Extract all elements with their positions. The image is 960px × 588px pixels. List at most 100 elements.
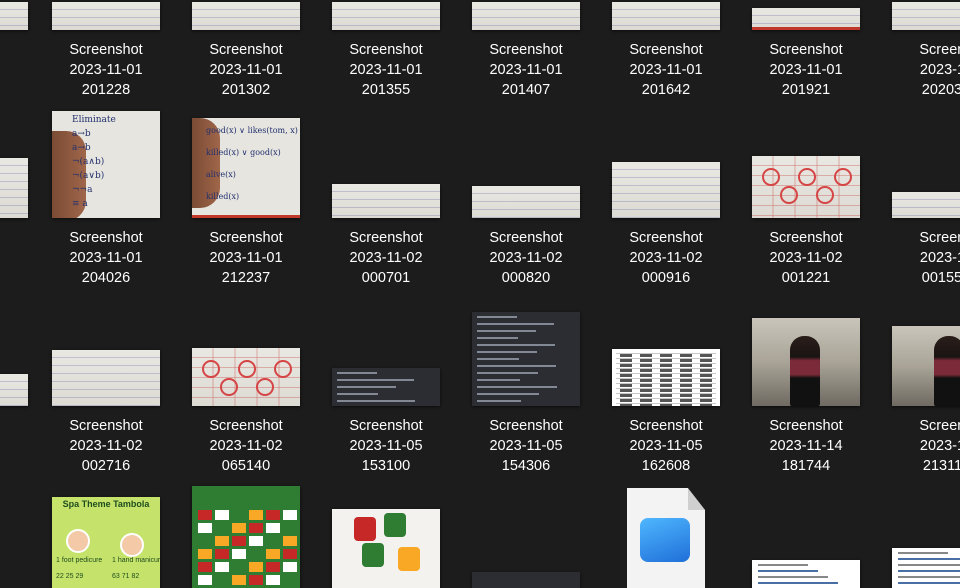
- file-name: Screens 2023-11 213111: [876, 416, 960, 476]
- file-name: Screenshot 2023-11-01 201228: [36, 40, 176, 100]
- table-text: [620, 399, 632, 402]
- thumbnail-image: [472, 2, 580, 30]
- file-name-line: 212237: [221, 270, 271, 286]
- file-item[interactable]: Screens 2023-11 213111: [876, 296, 960, 476]
- sketch-mark: [816, 186, 834, 204]
- table-text: [620, 384, 632, 387]
- file-item[interactable]: Screens 2023-11 202033: [876, 0, 960, 100]
- sketch-mark: [202, 360, 220, 378]
- thumbnail-frame: [0, 296, 44, 406]
- file-item[interactable]: Screenshot 2023-11-05 153100: [316, 296, 456, 476]
- table-text: [700, 394, 712, 397]
- table-text: [660, 359, 672, 362]
- thumbnail-stripe: [192, 215, 300, 218]
- table-text: [620, 394, 632, 397]
- thumbnail-text: ¬¬a: [72, 185, 93, 195]
- grid-cell: [266, 562, 280, 572]
- file-name-line: Screens: [919, 230, 960, 246]
- file-item[interactable]: Screenshot 2023-11-02 000701: [316, 108, 456, 288]
- table-text: [680, 394, 692, 397]
- file-name: Screenshot 2023-11-14 181744: [736, 416, 876, 476]
- table-text: [700, 384, 712, 387]
- file-item[interactable]: Screenshot 2023-11-02 000820: [456, 108, 596, 288]
- file-item[interactable]: [736, 484, 876, 588]
- grid-cell: [283, 523, 297, 533]
- thumbnail-image: [612, 2, 720, 30]
- file-item[interactable]: Screenshot 2023-11-02 000916: [596, 108, 736, 288]
- grid-cell: [215, 523, 229, 533]
- thumbnail-frame: [736, 296, 876, 406]
- thumbnail-image: [192, 2, 300, 30]
- thumbnail-title: Spa Theme Tambola: [62, 499, 150, 509]
- file-name: Screenshot 2023-11-01 201921: [736, 40, 876, 100]
- file-item[interactable]: t1: [0, 108, 44, 288]
- file-item[interactable]: [456, 484, 596, 588]
- person-figure: [934, 336, 960, 406]
- file-item[interactable]: Screenshot 2023-11-05 162608: [596, 296, 736, 476]
- thumbnail-image: [752, 156, 860, 218]
- thumbnail-frame: [876, 108, 960, 218]
- file-name-line: 2023-11-01: [629, 62, 703, 78]
- file-item[interactable]: Screenshot 2023-11-01 201355: [316, 0, 456, 100]
- file-item[interactable]: Eliminate a→b a→b ¬(a∧b) ¬(a∨b) ¬¬a ≡ a Screens…: [36, 108, 176, 288]
- file-item[interactable]: [176, 484, 316, 588]
- file-item[interactable]: Screens 2023-11 001551: [876, 108, 960, 288]
- code-line: [898, 552, 948, 554]
- file-item[interactable]: good(x) ∨ likes(tom, x) killed(x) ∨ good(…: [176, 108, 316, 288]
- file-item[interactable]: Screenshot 2023-11-01 201642: [596, 0, 736, 100]
- file-item[interactable]: [316, 484, 456, 588]
- sketch-mark: [834, 168, 852, 186]
- text-line: [477, 400, 521, 402]
- file-item[interactable]: Screenshot 2023-11-01 201228: [36, 0, 176, 100]
- table-text: [680, 384, 692, 387]
- file-name-line: Screenshot: [629, 230, 703, 246]
- table-text: [700, 379, 712, 382]
- file-item[interactable]: t1: [0, 0, 44, 100]
- file-item[interactable]: Screenshot 2023-11-01 201302: [176, 0, 316, 100]
- file-name-line: 2023-11-14: [769, 438, 843, 454]
- thumbnail-image: [612, 162, 720, 218]
- grid-cell: [198, 510, 212, 520]
- file-name: Screenshot 2023-11-02 002716: [36, 416, 176, 476]
- file-name: Screenshot 2023-11-05 162608: [596, 416, 736, 476]
- file-item[interactable]: Screenshot 2023-11-02 065140: [176, 296, 316, 476]
- file-item[interactable]: Screenshot 2023-11-05 154306: [456, 296, 596, 476]
- file-item[interactable]: Screenshot 2023-11-02 002716: [36, 296, 176, 476]
- file-item[interactable]: Screenshot 2023-11-01 201921: [736, 0, 876, 100]
- grid-cell: [266, 523, 280, 533]
- file-name-line: 2023-11-01: [769, 62, 843, 78]
- file-name-line: 065140: [221, 458, 271, 474]
- thumbnail-frame: [876, 0, 960, 30]
- table-text: [680, 374, 692, 377]
- grid-cell: [283, 562, 297, 572]
- thumbnail-frame: [316, 108, 456, 218]
- grid-cell: [215, 510, 229, 520]
- file-name-line: 2023-11-02: [209, 438, 283, 454]
- face-illustration: [66, 529, 90, 553]
- table-text: [700, 399, 712, 402]
- table-text: [700, 389, 712, 392]
- grid-cell: [249, 562, 263, 572]
- grid-cell: [215, 575, 229, 585]
- file-name-line: 2023-11-05: [349, 438, 423, 454]
- file-item[interactable]: Spa Theme Tambola 1 foot pedicure 1 hand m…: [36, 484, 176, 588]
- file-item[interactable]: [876, 484, 960, 588]
- file-name: Screenshot 2023-11-01 201642: [596, 40, 736, 100]
- file-name-line: 2023-11-02: [349, 250, 423, 266]
- file-name-line: 201228: [81, 82, 131, 98]
- file-item[interactable]: t2: [0, 296, 44, 476]
- file-name-line: 001221: [781, 270, 831, 286]
- thumbnail-text: ¬(a∧b): [72, 157, 105, 167]
- code-line: [758, 576, 828, 578]
- file-item[interactable]: [596, 484, 736, 588]
- thumbnail-text: 22 25 29: [56, 573, 84, 580]
- file-item[interactable]: Screenshot 2023-11-01 201407: [456, 0, 596, 100]
- file-name: t1: [0, 40, 44, 80]
- file-item[interactable]: Screenshot 2023-11-14 181744: [736, 296, 876, 476]
- text-line: [337, 386, 396, 388]
- file-name-line: 001551: [921, 270, 960, 286]
- thumbnail-text: good(x) ∨ likes(tom, x): [206, 126, 298, 135]
- thumbnail-frame: [456, 296, 596, 406]
- file-item[interactable]: Screenshot 2023-11-02 001221: [736, 108, 876, 288]
- file-name-line: 2023-11: [919, 250, 960, 266]
